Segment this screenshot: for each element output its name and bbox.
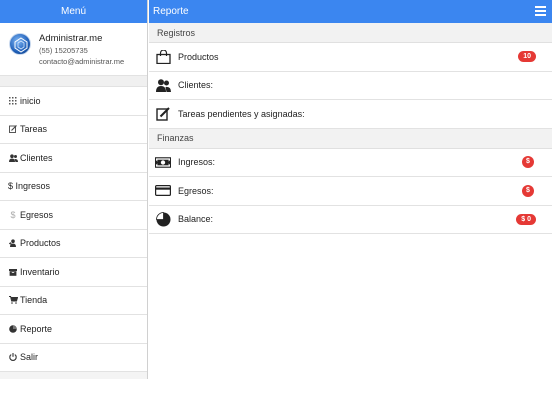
row-label: Balance: — [178, 214, 214, 225]
edit-icon — [155, 107, 171, 121]
amount-badge: $ 0 — [516, 213, 536, 225]
report-panel: Reporte Registros Productos 10 Clientes:… — [149, 0, 552, 414]
page-footer-space — [0, 379, 552, 414]
menu-item-label: Tareas — [20, 124, 48, 135]
menu-item-label: $ Ingresos — [8, 181, 51, 192]
menu-item-salir[interactable]: Salir — [0, 343, 147, 372]
section-finanzas: Finanzas — [149, 128, 552, 149]
menu-item-tareas[interactable]: Tareas — [0, 115, 147, 144]
menu-item-label: inicio — [20, 95, 41, 106]
menu-item-label: Tienda — [20, 295, 48, 306]
menu-item-inventario[interactable]: Inventario — [0, 258, 147, 287]
profile-phone: (55) 15205735 — [39, 46, 88, 55]
edit-icon — [8, 124, 18, 134]
profile-name: Administrar.me — [39, 33, 103, 44]
count-badge: 10 — [518, 51, 536, 63]
menu-item-clientes[interactable]: Clientes — [0, 144, 147, 173]
section-registros: Registros — [149, 23, 552, 43]
credit-card-icon — [155, 184, 171, 198]
row-clientes[interactable]: Clientes: — [149, 72, 552, 100]
side-menu: Menú Administrar.me (55) 15205735 contac… — [0, 0, 148, 379]
pie-icon — [8, 324, 18, 334]
menu-item-label: Clientes — [20, 152, 53, 163]
power-icon — [8, 352, 18, 362]
hamburger-icon[interactable] — [535, 6, 546, 16]
cart-icon — [8, 295, 18, 305]
row-label: Egresos: — [178, 185, 214, 196]
row-balance[interactable]: Balance: $ 0 — [149, 206, 552, 234]
box-icon — [8, 267, 18, 277]
menu-header: Menú — [0, 0, 147, 23]
amount-badge: $ — [522, 184, 534, 197]
top-bar: Reporte — [149, 0, 552, 23]
menu-item-label: Salir — [20, 352, 39, 363]
row-label: Tareas pendientes y asignadas: — [178, 108, 305, 119]
users-icon — [8, 153, 18, 163]
menu-item-label: Inventario — [20, 266, 60, 277]
avatar — [9, 33, 31, 55]
profile-card[interactable]: Administrar.me (55) 15205735 contacto@ad… — [0, 23, 147, 76]
pie-chart-icon — [155, 211, 171, 227]
menu-item-label: Egresos — [20, 209, 54, 220]
money-icon — [155, 155, 171, 169]
menu-item-tienda[interactable]: Tienda — [0, 286, 147, 315]
logo-icon — [14, 37, 28, 53]
menu-item-inicio[interactable]: inicio — [0, 87, 147, 116]
row-ingresos[interactable]: Ingresos: $ — [149, 149, 552, 177]
menu-item-egresos[interactable]: $ Egresos — [0, 201, 147, 230]
user-plus-icon — [8, 238, 18, 248]
menu-item-productos[interactable]: Productos — [0, 229, 147, 258]
section-title: Finanzas — [157, 133, 194, 143]
menu-title: Menú — [60, 6, 86, 17]
row-tareas[interactable]: Tareas pendientes y asignadas: — [149, 100, 552, 129]
row-productos[interactable]: Productos 10 — [149, 43, 552, 72]
dollar-outline-icon: $ — [10, 209, 16, 220]
menu-item-label: Productos — [20, 238, 61, 249]
bag-icon — [155, 49, 171, 64]
users-icon — [155, 78, 171, 92]
row-label: Clientes: — [178, 80, 214, 91]
menu-item-reporte[interactable]: Reporte — [0, 315, 147, 344]
menu-item-ingresos[interactable]: $ Ingresos — [0, 172, 147, 201]
section-title: Registros — [157, 27, 196, 38]
grid-icon — [8, 96, 18, 106]
row-label: Ingresos: — [178, 157, 216, 168]
page-title: Reporte — [153, 6, 189, 17]
amount-badge: $ — [522, 156, 534, 169]
profile-email: contacto@administrar.me — [39, 57, 125, 66]
row-label: Productos — [178, 51, 219, 62]
row-egresos[interactable]: Egresos: $ — [149, 177, 552, 206]
menu-item-label: Reporte — [20, 323, 53, 334]
menu-divider — [0, 76, 147, 87]
